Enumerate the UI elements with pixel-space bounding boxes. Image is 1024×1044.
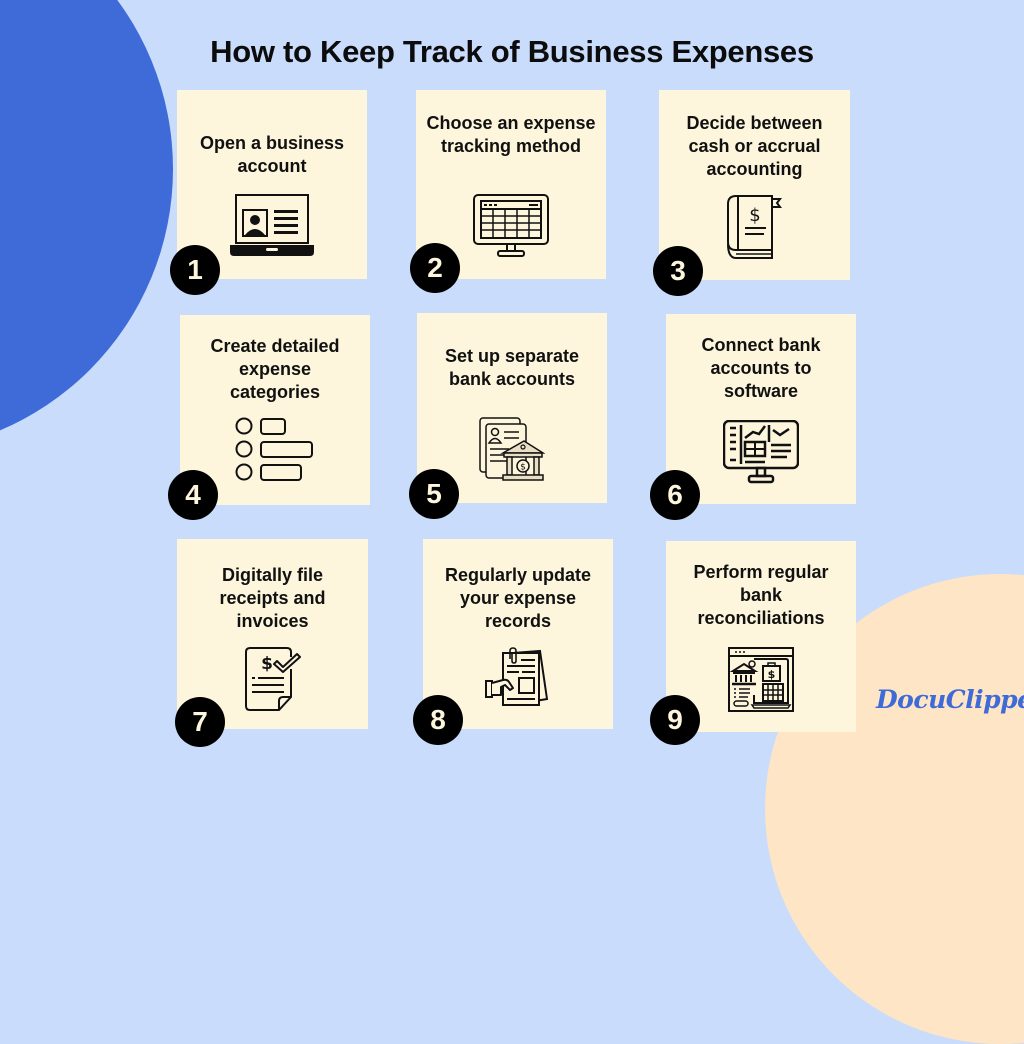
step-card-6: Connect bank accounts to software: [666, 314, 856, 504]
step-text: Regularly update your expense records: [444, 565, 592, 631]
step-text: Digitally file receipts and invoices: [219, 565, 326, 631]
step-number-8: 8: [413, 695, 463, 745]
step-number-4: 4: [168, 470, 218, 520]
step-card-9: Perform regular bank reconciliations $: [666, 541, 856, 732]
records-hand-icon: [485, 647, 551, 713]
step-text: Open a business account: [199, 133, 345, 176]
svg-text:$: $: [768, 668, 776, 681]
bank-reconciliation-icon: $: [728, 647, 794, 713]
category-list-icon: [235, 417, 315, 483]
step-number-1: 1: [170, 245, 220, 295]
step-text: Choose an expense tracking method: [426, 113, 596, 156]
step-number-6: 6: [650, 470, 700, 520]
svg-text:$: $: [261, 654, 273, 674]
laptop-profile-icon: [230, 194, 314, 258]
step-number-9: 9: [650, 695, 700, 745]
step-number-7: 7: [175, 697, 225, 747]
step-text: Perform regular bank reconciliations: [693, 562, 829, 628]
docuclipper-logo: DocuClipper: [876, 685, 1024, 714]
bank-documents-icon: $: [479, 417, 545, 483]
step-number-3: 3: [653, 246, 703, 296]
svg-text:$: $: [749, 205, 760, 226]
step-number-2: 2: [410, 243, 460, 293]
dashboard-monitor-icon: [723, 420, 799, 484]
receipt-check-icon: $: [244, 647, 301, 713]
step-text: Create detailed expense categories: [210, 336, 340, 402]
step-text: Decide between cash or accrual accountin…: [686, 113, 823, 179]
step-text: Set up separate bank accounts: [444, 346, 580, 389]
spreadsheet-monitor-icon: [473, 194, 549, 258]
svg-text:$: $: [520, 463, 526, 473]
step-text: Connect bank accounts to software: [701, 335, 821, 401]
step-number-5: 5: [409, 469, 459, 519]
page-title: How to Keep Track of Business Expenses: [210, 34, 814, 69]
ledger-book-icon: $: [726, 194, 784, 260]
